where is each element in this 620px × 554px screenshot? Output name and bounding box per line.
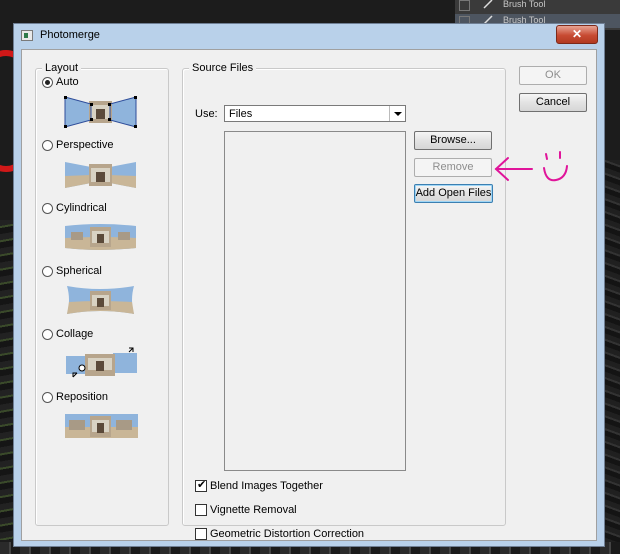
use-label: Use: xyxy=(195,108,218,120)
smiley-icon xyxy=(543,151,568,182)
spherical-projection-icon xyxy=(63,283,138,317)
layer-row[interactable]: Brush Tool xyxy=(455,0,620,12)
use-dropdown[interactable]: Files xyxy=(224,105,406,122)
ok-button[interactable]: OK xyxy=(519,66,587,85)
radio-label: Reposition xyxy=(56,391,108,403)
dialog-body: Layout Auto Perspective Cylindrical Sphe… xyxy=(21,49,597,541)
source-files-legend: Source Files xyxy=(189,62,257,74)
radio-button[interactable] xyxy=(42,392,53,403)
radio-label: Cylindrical xyxy=(56,202,107,214)
radio-label: Collage xyxy=(56,328,94,340)
vignette-removal-checkbox[interactable] xyxy=(195,504,207,516)
window-title: Photomerge xyxy=(40,29,100,41)
close-icon: ✕ xyxy=(571,27,583,41)
cylindrical-projection-icon xyxy=(63,220,138,254)
geometric-distortion-checkbox[interactable] xyxy=(195,528,207,540)
close-button[interactable]: ✕ xyxy=(556,25,598,44)
use-dropdown-value: Files xyxy=(229,108,253,120)
layout-legend: Layout xyxy=(42,62,82,74)
add-open-files-button[interactable]: Add Open Files xyxy=(414,184,493,203)
blend-images-label: Blend Images Together xyxy=(210,480,323,492)
visibility-toggle xyxy=(459,0,470,11)
radio-button[interactable] xyxy=(42,140,53,151)
source-file-list[interactable] xyxy=(224,131,406,471)
checkmark-icon: ✔ xyxy=(197,479,207,491)
photoshop-app-icon xyxy=(21,30,33,41)
radio-label: Auto xyxy=(56,76,79,88)
radio-button[interactable] xyxy=(42,77,53,88)
annotation xyxy=(494,151,568,182)
cancel-button[interactable]: Cancel xyxy=(519,93,587,112)
background-photo-right xyxy=(604,160,620,550)
radio-label: Spherical xyxy=(56,265,102,277)
chevron-down-icon[interactable] xyxy=(389,106,405,121)
title-bar[interactable]: Photomerge ✕ xyxy=(14,24,604,48)
radio-button[interactable] xyxy=(42,329,53,340)
perspective-projection-icon xyxy=(63,158,138,192)
photomerge-dialog: Photomerge ✕ Layout Auto Perspective Cyl… xyxy=(13,23,605,547)
brush-icon xyxy=(483,0,493,9)
radio-button[interactable] xyxy=(42,203,53,214)
remove-button[interactable]: Remove xyxy=(414,158,492,177)
browse-button[interactable]: Browse... xyxy=(414,131,492,150)
collage-projection-icon xyxy=(63,346,138,380)
blend-images-checkbox[interactable]: ✔ xyxy=(195,479,207,492)
reposition-projection-icon xyxy=(63,409,138,443)
layer-name: Brush Tool xyxy=(503,0,546,9)
radio-button[interactable] xyxy=(42,266,53,277)
radio-label: Perspective xyxy=(56,139,114,151)
arrow-left-icon xyxy=(494,157,533,181)
vignette-removal-label: Vignette Removal xyxy=(210,504,297,516)
auto-projection-icon xyxy=(63,95,138,129)
geometric-distortion-label: Geometric Distortion Correction xyxy=(210,528,365,540)
